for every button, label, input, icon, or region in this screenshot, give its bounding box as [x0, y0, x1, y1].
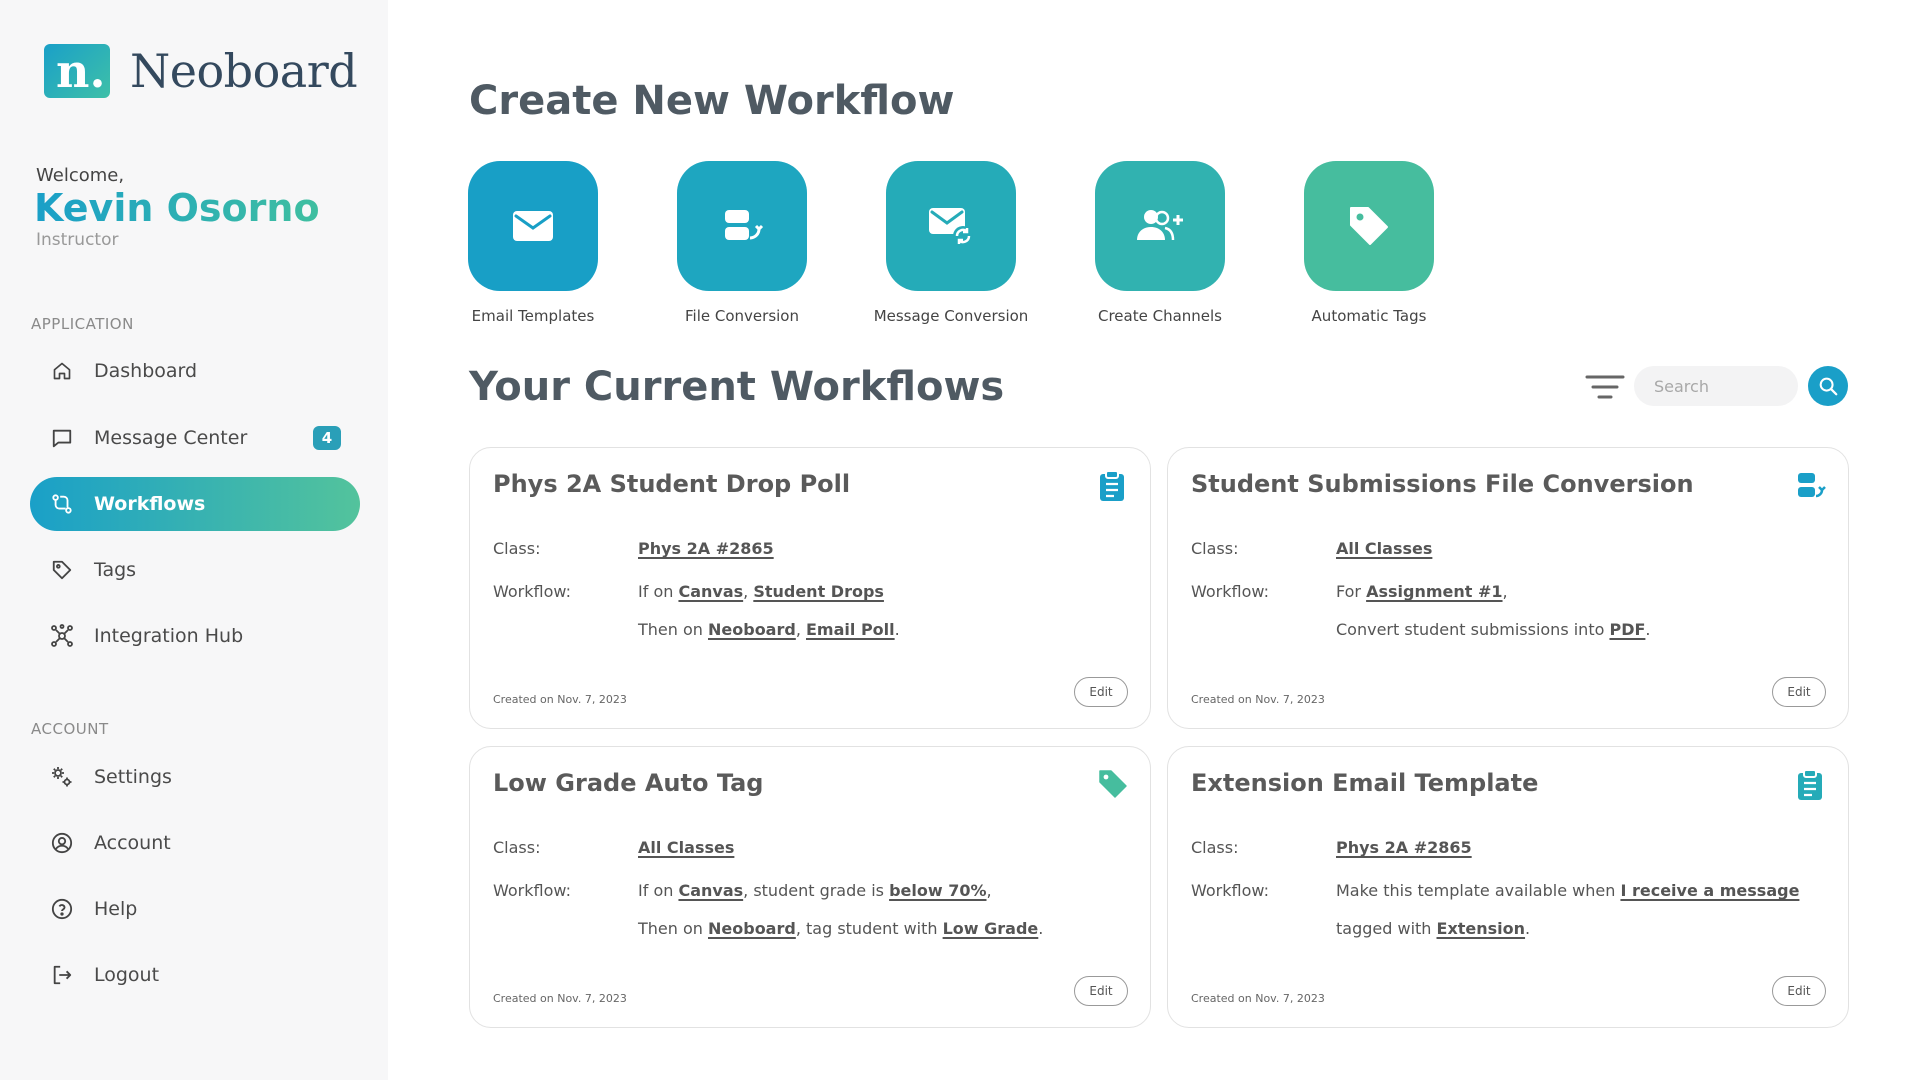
workflow-class: All Classes	[638, 838, 735, 857]
home-icon	[50, 359, 74, 383]
workflow-card-2[interactable]: Low Grade Auto Tag Class: All Classes Wo…	[469, 746, 1151, 1028]
sidebar-item-message-center[interactable]: Message Center 4	[30, 411, 360, 465]
clipboard-icon	[1796, 769, 1826, 801]
quick-action-create-channels[interactable]: Create Channels	[1095, 161, 1225, 325]
search-icon	[1819, 377, 1838, 396]
file-convert-icon	[677, 161, 807, 291]
create-workflow-title: Create New Workflow	[469, 78, 955, 124]
edit-button[interactable]: Edit	[1772, 677, 1826, 707]
edit-button[interactable]: Edit	[1074, 677, 1128, 707]
filter-icon[interactable]	[1585, 374, 1625, 400]
workflow-card-0[interactable]: Phys 2A Student Drop Poll Class: Phys 2A…	[469, 447, 1151, 729]
workflow-title: Student Submissions File Conversion	[1191, 470, 1694, 498]
search-button[interactable]	[1808, 366, 1848, 406]
current-workflows-title: Your Current Workflows	[469, 364, 1005, 410]
quick-action-automatic-tags[interactable]: Automatic Tags	[1304, 161, 1434, 325]
sidebar-item-settings[interactable]: Settings	[30, 750, 360, 804]
sidebar-item-dashboard[interactable]: Dashboard	[30, 344, 360, 398]
sidebar-item-label: Workflows	[94, 493, 206, 515]
sidebar-item-label: Account	[94, 832, 171, 854]
account-section-label: ACCOUNT	[31, 720, 109, 738]
tag-icon	[50, 558, 74, 582]
sidebar-item-tags[interactable]: Tags	[30, 543, 360, 597]
workflow-class: Phys 2A #2865	[638, 539, 774, 558]
sidebar-item-label: Integration Hub	[94, 625, 244, 647]
workflow-line-2: Then on Neoboard, tag student with Low G…	[638, 919, 1044, 938]
workflow-card-3[interactable]: Extension Email Template Class: Phys 2A …	[1167, 746, 1849, 1028]
sidebar-item-label: Message Center	[94, 427, 248, 449]
mail-sync-icon	[886, 161, 1016, 291]
workflow-class: Phys 2A #2865	[1336, 838, 1472, 857]
edit-button[interactable]: Edit	[1074, 976, 1128, 1006]
workflow-title: Phys 2A Student Drop Poll	[493, 470, 851, 498]
sidebar-item-label: Dashboard	[94, 360, 198, 382]
created-date: Created on Nov. 7, 2023	[493, 992, 627, 1005]
edit-button[interactable]: Edit	[1772, 976, 1826, 1006]
sidebar-item-integration-hub[interactable]: Integration Hub	[30, 609, 360, 663]
quick-action-file-conversion[interactable]: File Conversion	[677, 161, 807, 325]
workflow-line-1: If on Canvas, student grade is below 70%…	[638, 881, 992, 900]
sidebar-item-label: Settings	[94, 766, 172, 788]
mail-icon	[468, 161, 598, 291]
logo-mark-icon: n.	[44, 44, 110, 98]
add-users-icon	[1095, 161, 1225, 291]
file-convert-icon	[1796, 470, 1826, 502]
created-date: Created on Nov. 7, 2023	[1191, 992, 1325, 1005]
brand-name: Neoboard	[130, 44, 358, 98]
sidebar-item-label: Logout	[94, 964, 160, 986]
tag-icon	[1098, 769, 1128, 801]
clipboard-icon	[1098, 470, 1128, 502]
workflow-icon	[50, 492, 74, 516]
workflow-line-2: Then on Neoboard, Email Poll.	[638, 620, 900, 639]
workflow-title: Low Grade Auto Tag	[493, 769, 764, 797]
tag-icon	[1304, 161, 1434, 291]
sidebar-item-workflows[interactable]: Workflows	[30, 477, 360, 531]
application-section-label: APPLICATION	[31, 315, 134, 333]
sidebar-item-help[interactable]: Help	[30, 882, 360, 936]
workflow-line-2: Convert student submissions into PDF.	[1336, 620, 1651, 639]
search-input[interactable]	[1634, 366, 1798, 406]
workflow-title: Extension Email Template	[1191, 769, 1539, 797]
workflow-line-2: tagged with Extension.	[1336, 919, 1531, 938]
sidebar-item-account[interactable]: Account	[30, 816, 360, 870]
workflow-line-1: Make this template available when I rece…	[1336, 881, 1800, 900]
quick-action-email-templates[interactable]: Email Templates	[468, 161, 598, 325]
sidebar: n. Neoboard Welcome, Kevin Osorno Instru…	[0, 0, 388, 1080]
sidebar-item-label: Help	[94, 898, 138, 920]
sidebar-item-label: Tags	[94, 559, 137, 581]
welcome-text: Welcome,	[36, 165, 125, 186]
quick-action-message-conversion[interactable]: Message Conversion	[874, 161, 1028, 325]
hub-icon	[50, 624, 74, 648]
created-date: Created on Nov. 7, 2023	[1191, 693, 1325, 706]
user-circle-icon	[50, 831, 74, 855]
chat-icon	[50, 426, 74, 450]
unread-badge: 4	[313, 426, 341, 450]
brand-logo[interactable]: n. Neoboard	[44, 44, 358, 98]
workflow-class: All Classes	[1336, 539, 1433, 558]
workflow-line-1: For Assignment #1,	[1336, 582, 1508, 601]
user-name: Kevin Osorno	[34, 186, 320, 230]
workflow-line-1: If on Canvas, Student Drops	[638, 582, 884, 601]
gear-icon	[50, 765, 74, 789]
sidebar-item-logout[interactable]: Logout	[30, 948, 360, 1002]
workflow-card-1[interactable]: Student Submissions File Conversion Clas…	[1167, 447, 1849, 729]
logout-icon	[50, 963, 74, 987]
created-date: Created on Nov. 7, 2023	[493, 693, 627, 706]
user-role: Instructor	[36, 230, 119, 250]
help-icon	[50, 897, 74, 921]
